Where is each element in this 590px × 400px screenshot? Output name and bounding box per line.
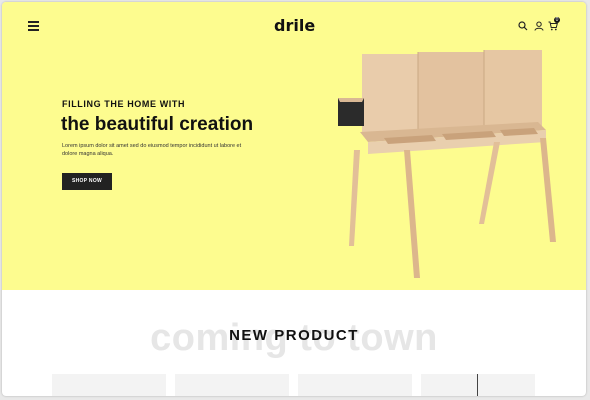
desk-image: [338, 50, 556, 278]
site-logo[interactable]: drile: [274, 16, 315, 35]
user-icon[interactable]: [534, 21, 544, 31]
product-card[interactable]: [298, 374, 412, 396]
product-card[interactable]: [52, 374, 166, 396]
product-card[interactable]: [175, 374, 289, 396]
hero-description: Lorem ipsum dolor sit amet sed do eiusmo…: [62, 143, 242, 157]
card-divider: [477, 374, 478, 396]
browser-frame: drile 0 FILLING THE HOME WITH the beauti…: [2, 2, 586, 396]
hero-headline: the beautiful creation: [61, 114, 254, 135]
hero-kicker: FILLING THE HOME WITH: [62, 99, 186, 109]
product-card[interactable]: [421, 374, 535, 396]
hamburger-menu-icon[interactable]: [28, 19, 42, 31]
search-icon[interactable]: [518, 21, 528, 31]
shop-now-button[interactable]: SHOP NOW: [62, 173, 112, 190]
cart-count-badge: 0: [554, 17, 560, 23]
hero-banner: drile 0 FILLING THE HOME WITH the beauti…: [2, 2, 586, 290]
section-title: NEW PRODUCT: [229, 327, 359, 344]
